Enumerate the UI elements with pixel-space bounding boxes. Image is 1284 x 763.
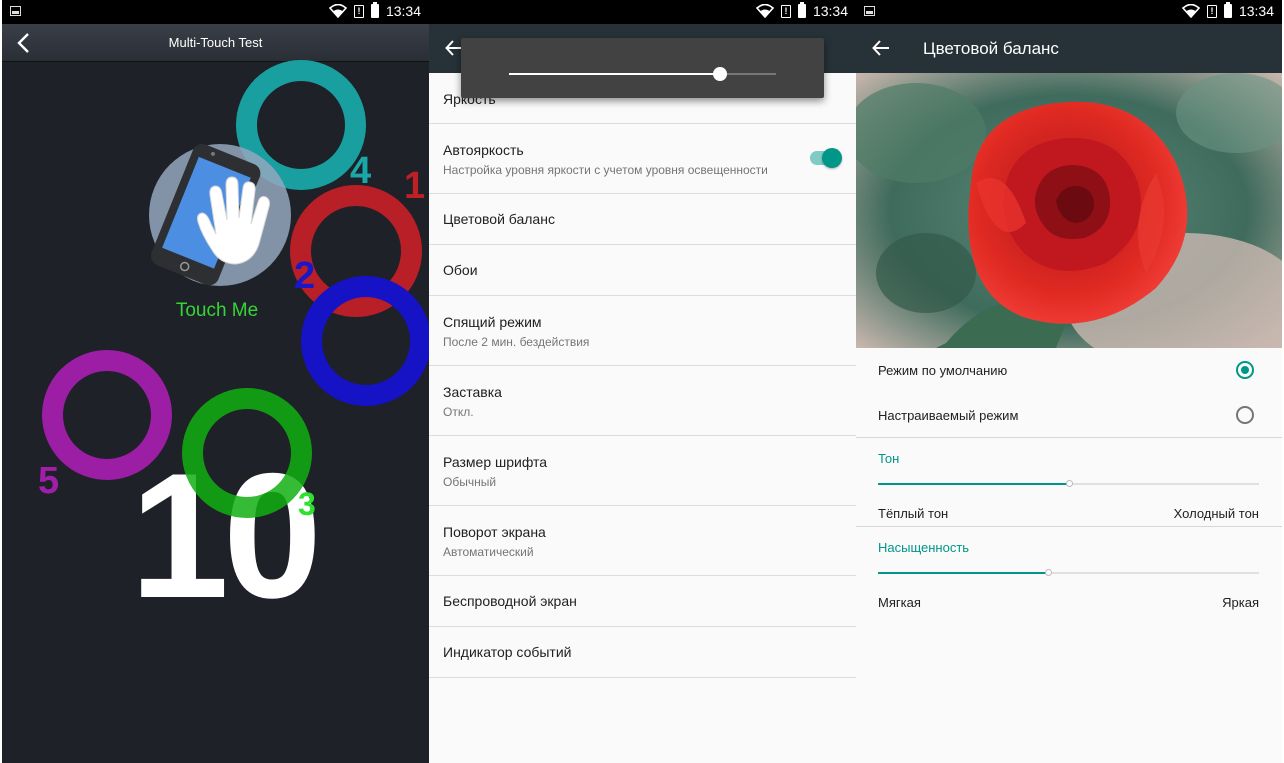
mode-label: Режим по умолчанию — [878, 363, 1008, 378]
page-title: Цветовой баланс — [923, 39, 1059, 58]
sim-icon: ! — [780, 4, 791, 18]
wifi-icon — [755, 4, 774, 18]
tone-title: Тон — [878, 451, 900, 466]
touch-ring-3 — [182, 388, 312, 518]
setting-subtitle: Автоматический — [443, 545, 534, 559]
mode-label: Настраиваемый режим — [878, 408, 1019, 423]
battery-icon — [370, 2, 379, 18]
tone-slider-fill — [878, 483, 1069, 485]
preview-image-rose — [856, 73, 1282, 348]
setting-wireless-display[interactable]: Беспроводной экран — [429, 576, 856, 627]
tone-cold-label: Холодный тон — [1173, 506, 1259, 521]
brightness-dialog — [461, 38, 824, 98]
touch-number-4: 4 — [350, 150, 372, 192]
toggle-knob — [822, 148, 842, 168]
touch-number-5: 5 — [38, 460, 60, 502]
status-time: 13:34 — [812, 3, 848, 19]
setting-auto-brightness[interactable]: Автояркость Настройка уровня яркости с у… — [429, 124, 856, 194]
setting-screensaver[interactable]: Заставка Откл. — [429, 366, 856, 436]
page-title: Multi-Touch Test — [168, 35, 263, 50]
back-arrow-icon[interactable] — [872, 39, 890, 57]
touch-number-3: 3 — [298, 486, 316, 522]
app-header: Multi-Touch Test — [2, 24, 429, 62]
app-header: Цветовой баланс — [856, 24, 1282, 73]
divider — [856, 437, 1282, 438]
wifi-icon — [328, 4, 347, 18]
mode-custom-row[interactable]: Настраиваемый режим — [856, 393, 1282, 438]
touch-number-1: 1 — [404, 165, 426, 207]
wifi-icon — [1181, 4, 1200, 18]
setting-wallpaper[interactable]: Обои — [429, 245, 856, 296]
saturation-slider[interactable] — [878, 569, 1259, 576]
sim-icon: ! — [1206, 4, 1217, 18]
display-settings-screen: ! 13:34 Яркость Автояркость Настройка ур… — [429, 0, 856, 763]
multitouch-screen: ! 13:34 Multi-Touch Test Touch Me 10 1 2… — [2, 0, 429, 763]
touch-me-graphic[interactable] — [132, 140, 302, 300]
status-bar: ! 13:34 — [856, 0, 1282, 24]
setting-sleep[interactable]: Спящий режим После 2 мин. бездействия — [429, 296, 856, 366]
brightness-slider-thumb[interactable] — [712, 67, 727, 81]
saturation-soft-label: Мягкая — [878, 595, 921, 610]
sim-icon: ! — [353, 4, 364, 18]
touch-me-label: Touch Me — [175, 300, 259, 321]
auto-brightness-toggle[interactable] — [810, 148, 842, 168]
status-time: 13:34 — [1238, 3, 1274, 19]
setting-title: Поворот экрана — [443, 524, 546, 540]
tone-warm-label: Тёплый тон — [878, 506, 949, 521]
setting-event-indicator[interactable]: Индикатор событий — [429, 627, 856, 678]
setting-title: Индикатор событий — [443, 644, 572, 660]
battery-icon — [797, 2, 806, 18]
brightness-slider[interactable] — [509, 67, 776, 81]
status-time: 13:34 — [385, 3, 421, 19]
saturation-bright-label: Яркая — [1222, 595, 1259, 610]
status-bar: ! 13:34 — [2, 0, 429, 24]
brightness-slider-fill — [509, 73, 720, 75]
setting-title: Заставка — [443, 384, 502, 400]
mode-custom-radio[interactable] — [1236, 406, 1254, 424]
touch-number-2: 2 — [294, 255, 316, 297]
saturation-slider-thumb[interactable] — [1044, 569, 1052, 576]
tone-slider[interactable] — [878, 480, 1259, 487]
setting-subtitle: Обычный — [443, 475, 497, 489]
setting-subtitle: После 2 мин. бездействия — [443, 335, 590, 349]
status-bar: ! 13:34 — [429, 0, 856, 24]
tone-slider-thumb[interactable] — [1065, 480, 1073, 487]
touch-ring-2 — [301, 276, 429, 406]
setting-title: Цветовой баланс — [443, 211, 555, 227]
mode-default-radio[interactable] — [1236, 361, 1254, 379]
color-balance-screen: ! 13:34 Цветовой баланс Режим по умолчан… — [856, 0, 1282, 763]
mode-default-row[interactable]: Режим по умолчанию — [856, 348, 1282, 393]
divider — [856, 526, 1282, 527]
setting-title: Обои — [443, 262, 478, 278]
setting-title: Беспроводной экран — [443, 593, 577, 609]
saturation-title: Насыщенность — [878, 540, 970, 555]
gallery-notification-icon — [10, 6, 21, 16]
settings-list: Яркость Автояркость Настройка уровня ярк… — [429, 73, 856, 678]
setting-title: Спящий режим — [443, 314, 542, 330]
setting-color-balance[interactable]: Цветовой баланс — [429, 194, 856, 245]
setting-subtitle: Откл. — [443, 405, 474, 419]
setting-title: Размер шрифта — [443, 454, 548, 470]
setting-font-size[interactable]: Размер шрифта Обычный — [429, 436, 856, 506]
saturation-slider-fill — [878, 572, 1048, 574]
battery-icon — [1223, 2, 1232, 18]
setting-title: Автояркость — [443, 142, 524, 158]
setting-subtitle: Настройка уровня яркости с учетом уровня… — [443, 163, 768, 177]
setting-rotation[interactable]: Поворот экрана Автоматический — [429, 506, 856, 576]
gallery-notification-icon — [864, 6, 875, 16]
